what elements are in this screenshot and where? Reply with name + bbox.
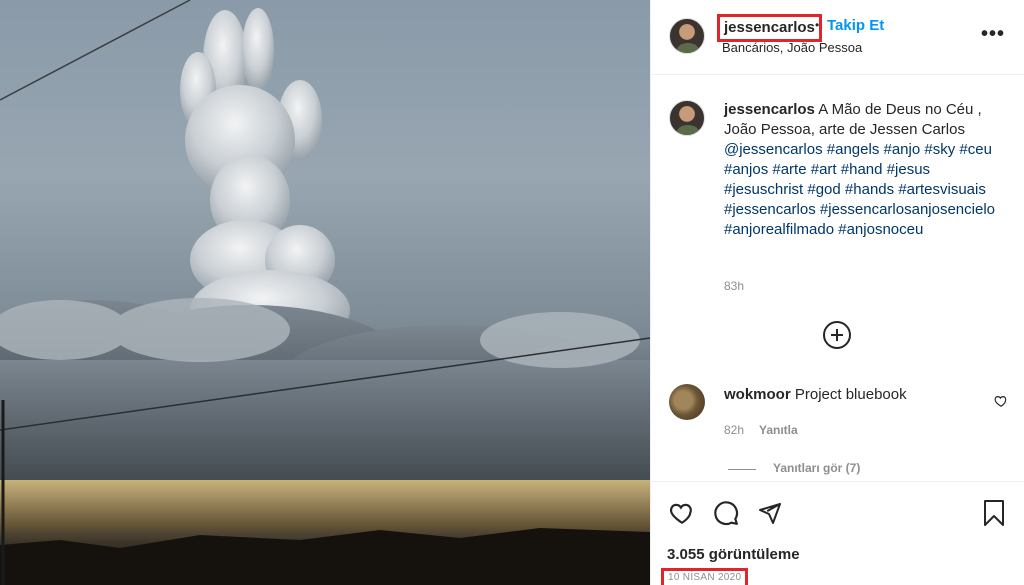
cloud-hand-scene bbox=[0, 0, 650, 585]
hashtag-link[interactable]: #god bbox=[807, 181, 840, 198]
separator-dot: • bbox=[815, 18, 820, 32]
hashtag-link[interactable]: #jessencarlos bbox=[724, 201, 816, 218]
load-more-comments-icon[interactable] bbox=[823, 321, 851, 349]
post-caption: jessencarlos A Mão de Deus no Céu , João… bbox=[724, 100, 1009, 240]
follow-button[interactable]: Takip Et bbox=[827, 17, 884, 34]
hashtag-list: @jessencarlos #angels #anjo #sky #ceu #a… bbox=[724, 141, 995, 238]
caption-username[interactable]: jessencarlos bbox=[724, 101, 815, 118]
post-actions: 3.055 görüntüleme 10 NİSAN 2020 bbox=[651, 481, 1024, 585]
share-send-icon[interactable] bbox=[757, 501, 783, 525]
hashtag-link[interactable]: #hands bbox=[845, 181, 894, 198]
more-options-icon[interactable]: ••• bbox=[981, 23, 1005, 46]
commenter-avatar[interactable] bbox=[669, 384, 705, 420]
hashtag-link[interactable]: #artesvisuais bbox=[898, 181, 986, 198]
comment-body: wokmoor Project bluebook bbox=[724, 386, 907, 403]
hashtag-link[interactable]: #sky bbox=[924, 141, 955, 158]
author-username[interactable]: jessencarlos bbox=[717, 14, 822, 42]
caption-author-avatar[interactable] bbox=[669, 100, 705, 136]
hashtag-link[interactable]: #hand bbox=[841, 161, 883, 178]
like-heart-icon[interactable] bbox=[668, 500, 696, 526]
hashtag-link[interactable]: @jessencarlos bbox=[724, 141, 823, 158]
hashtag-link[interactable]: #ceu bbox=[959, 141, 992, 158]
replies-divider bbox=[728, 469, 756, 470]
comments-section: jessencarlos A Mão de Deus no Céu , João… bbox=[651, 76, 1024, 481]
save-bookmark-icon[interactable] bbox=[982, 499, 1006, 527]
hashtag-link[interactable]: #angels bbox=[827, 141, 880, 158]
hashtag-link[interactable]: #anjos bbox=[724, 161, 768, 178]
hashtag-link[interactable]: #anjo bbox=[884, 141, 921, 158]
post-sidebar: jessencarlos • Takip Et Bancários, João … bbox=[650, 0, 1024, 585]
post-header: jessencarlos • Takip Et Bancários, João … bbox=[651, 0, 1024, 75]
reply-button[interactable]: Yanıtla bbox=[759, 423, 798, 437]
post-date[interactable]: 10 NİSAN 2020 bbox=[661, 568, 749, 585]
hashtag-link[interactable]: #jessencarlosanjosencielo bbox=[820, 201, 995, 218]
hashtag-link[interactable]: #anjorealfilmado bbox=[724, 221, 834, 238]
comment-bubble-icon[interactable] bbox=[712, 500, 740, 526]
hashtag-link[interactable]: #jesus bbox=[887, 161, 930, 178]
hashtag-link[interactable]: #art bbox=[811, 161, 837, 178]
view-count[interactable]: 3.055 görüntüleme bbox=[667, 546, 800, 563]
author-avatar[interactable] bbox=[669, 18, 705, 54]
view-replies-button[interactable]: Yanıtları gör (7) bbox=[773, 461, 860, 475]
post-location[interactable]: Bancários, João Pessoa bbox=[722, 40, 862, 55]
caption-timestamp[interactable]: 83h bbox=[724, 279, 744, 293]
comment-timestamp[interactable]: 82h bbox=[724, 423, 744, 437]
hashtag-link[interactable]: #anjosnoceu bbox=[838, 221, 923, 238]
comment-text: Project bluebook bbox=[794, 386, 907, 403]
hashtag-link[interactable]: #jesuschrist bbox=[724, 181, 803, 198]
comment-like-heart-icon[interactable] bbox=[994, 394, 1008, 408]
hashtag-link[interactable]: #arte bbox=[772, 161, 806, 178]
post-media-video[interactable] bbox=[0, 0, 650, 585]
comment-username[interactable]: wokmoor bbox=[724, 386, 791, 403]
